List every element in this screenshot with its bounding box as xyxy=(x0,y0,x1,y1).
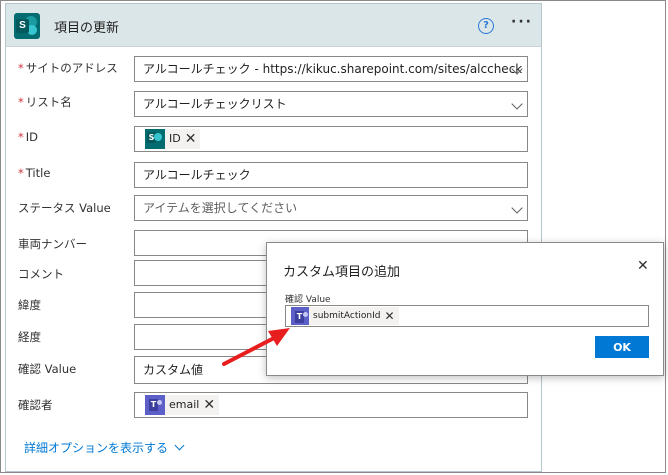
list-name-dropdown[interactable]: アルコールチェックリスト xyxy=(134,91,528,117)
show-advanced-options-link[interactable]: 詳細オプションを表示する xyxy=(24,439,185,456)
submit-action-id-token[interactable]: T submitActionId ✕ xyxy=(291,307,399,325)
vehicle-number-label: 車両ナンバー xyxy=(18,237,87,251)
latitude-label: 緯度 xyxy=(18,298,41,312)
id-label: * ID xyxy=(18,130,38,144)
teams-icon: T xyxy=(291,307,309,325)
id-token[interactable]: S ID ✕ xyxy=(145,129,201,149)
email-token[interactable]: T email ✕ xyxy=(145,395,220,415)
title-value: アルコールチェック xyxy=(143,168,251,182)
card-title: 項目の更新 xyxy=(54,21,120,36)
id-field[interactable]: S ID ✕ xyxy=(134,126,528,152)
site-address-dropdown[interactable]: アルコールチェック - https://kikuc.sharepoint.com… xyxy=(134,56,528,82)
ok-button[interactable]: OK xyxy=(595,336,649,358)
confirmer-field[interactable]: T email ✕ xyxy=(134,392,528,418)
status-label: ステータス Value xyxy=(18,201,111,215)
teams-icon: T xyxy=(145,395,165,415)
status-dropdown[interactable]: アイテムを選択してください xyxy=(134,195,528,221)
more-options-icon[interactable]: ··· xyxy=(511,14,533,30)
update-item-action-card: S 項目の更新 ? ··· * サイトのアドレス アルコールチェック - http… xyxy=(5,3,542,472)
remove-token-icon[interactable]: ✕ xyxy=(384,307,396,325)
dialog-title: カスタム項目の追加 xyxy=(283,265,401,280)
confirm-value-text: カスタム値 xyxy=(143,363,204,377)
sharepoint-icon: S xyxy=(14,13,40,39)
remove-token-icon[interactable]: ✕ xyxy=(185,129,199,149)
dialog-value-input[interactable]: T submitActionId ✕ xyxy=(285,305,649,327)
chevron-down-icon xyxy=(511,202,523,214)
longitude-label: 経度 xyxy=(18,330,41,344)
sharepoint-icon: S xyxy=(145,129,165,149)
remove-token-icon[interactable]: ✕ xyxy=(203,395,217,415)
confirmer-label: 確認者 xyxy=(18,398,53,412)
comment-label: コメント xyxy=(18,267,64,281)
site-address-label: * サイトのアドレス xyxy=(18,61,118,75)
help-icon[interactable]: ? xyxy=(478,18,494,34)
add-custom-item-dialog: カスタム項目の追加 ✕ 確認 Value T submitActionId ✕ … xyxy=(266,242,664,376)
list-name-value: アルコールチェックリスト xyxy=(143,97,287,111)
chevron-down-icon xyxy=(174,440,185,451)
dialog-field-label: 確認 Value xyxy=(285,295,331,305)
title-input[interactable]: アルコールチェック xyxy=(134,162,528,188)
list-name-label: * リスト名 xyxy=(18,95,72,109)
chevron-down-icon xyxy=(511,98,523,110)
confirm-value-label: 確認 Value xyxy=(18,362,77,376)
title-label: * Title xyxy=(18,166,51,180)
close-icon[interactable]: ✕ xyxy=(637,258,649,274)
site-address-value: アルコールチェック - https://kikuc.sharepoint.com… xyxy=(143,62,523,76)
status-placeholder: アイテムを選択してください xyxy=(143,201,298,215)
card-header[interactable]: S 項目の更新 ? ··· xyxy=(6,4,541,47)
